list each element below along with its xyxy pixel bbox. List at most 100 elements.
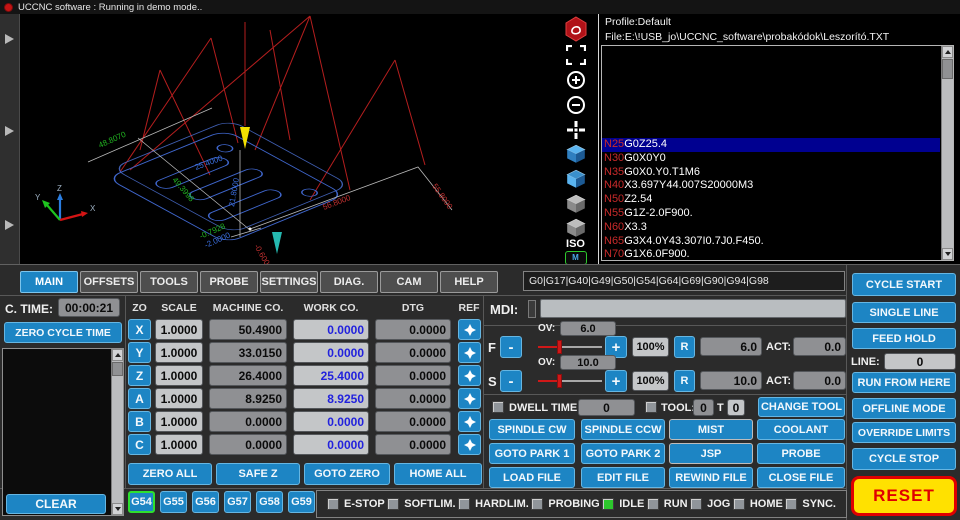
single-line-button[interactable]: SINGLE LINE bbox=[852, 302, 956, 323]
spindle-cw-button[interactable]: SPINDLE CW bbox=[489, 419, 575, 440]
mdi-history-button[interactable] bbox=[528, 300, 536, 318]
edit-file-button[interactable]: EDIT FILE bbox=[581, 467, 665, 488]
gcode-line[interactable]: N35G0X0.Y0.T1M6 bbox=[602, 166, 940, 180]
gcode-line[interactable]: N70G1X6.0F900. bbox=[602, 248, 940, 260]
scale-field-a[interactable]: 1.0000 bbox=[155, 388, 203, 409]
mdi-input[interactable] bbox=[540, 299, 846, 318]
run-from-here-button[interactable]: RUN FROM HERE bbox=[852, 372, 956, 393]
scrollbar-thumb[interactable] bbox=[112, 362, 123, 376]
feed-minus-button[interactable]: - bbox=[500, 336, 522, 358]
gcode-list[interactable]: N25G0Z25.4 N30G0X0Y0 N35G0X0.Y0.T1M6 N40… bbox=[601, 45, 954, 261]
wcs-g57-button[interactable]: G57 bbox=[224, 491, 251, 513]
load-file-button[interactable]: LOAD FILE bbox=[489, 467, 575, 488]
fit-view-icon[interactable] bbox=[565, 45, 586, 65]
work-co-c[interactable]: 0.0000 bbox=[293, 434, 369, 455]
tab-tools[interactable]: TOOLS bbox=[140, 271, 198, 293]
axis-zero-button-y[interactable]: Y bbox=[128, 342, 151, 363]
goto-park1-button[interactable]: GOTO PARK 1 bbox=[489, 443, 575, 464]
tab-diag[interactable]: DIAG. bbox=[320, 271, 378, 293]
expander-arrow-icon[interactable] bbox=[5, 34, 14, 44]
work-co-a[interactable]: 8.9250 bbox=[293, 388, 369, 409]
spindle-100pct-button[interactable]: 100% bbox=[632, 371, 669, 391]
ref-home-button-c[interactable] bbox=[458, 434, 481, 455]
gcode-line[interactable]: N40X3.697Y44.007S20000M3 bbox=[602, 179, 940, 193]
goto-zero-button[interactable]: GOTO ZERO bbox=[304, 463, 390, 485]
scale-field-x[interactable]: 1.0000 bbox=[155, 319, 203, 340]
pan-center-icon[interactable] bbox=[566, 120, 586, 140]
feed-hold-button[interactable]: FEED HOLD bbox=[852, 328, 956, 349]
work-co-y[interactable]: 0.0000 bbox=[293, 342, 369, 363]
coolant-button[interactable]: COOLANT bbox=[757, 419, 845, 440]
reset-button[interactable]: RESET bbox=[851, 476, 957, 516]
gcode-line[interactable]: N65G3X4.0Y43.307I0.7J0.F450. bbox=[602, 235, 940, 249]
gcode-line[interactable]: N50Z2.54 bbox=[602, 193, 940, 207]
jsp-button[interactable]: JSP bbox=[669, 443, 753, 464]
gcode-line[interactable]: N30G0X0Y0 bbox=[602, 152, 940, 166]
message-log[interactable] bbox=[2, 348, 124, 516]
ref-home-button-x[interactable] bbox=[458, 319, 481, 340]
spindle-minus-button[interactable]: - bbox=[500, 370, 522, 392]
view-front-icon[interactable] bbox=[565, 168, 587, 190]
gcode-line[interactable]: N25G0Z25.4 bbox=[602, 138, 940, 152]
rewind-file-button[interactable]: REWIND FILE bbox=[669, 467, 753, 488]
wcs-g56-button[interactable]: G56 bbox=[192, 491, 219, 513]
reload-gcode-button[interactable]: M bbox=[564, 251, 587, 265]
wcs-g59-button[interactable]: G59 bbox=[288, 491, 315, 513]
expander-arrow-icon[interactable] bbox=[5, 126, 14, 136]
spindle-plus-button[interactable]: + bbox=[605, 370, 627, 392]
mist-button[interactable]: MIST bbox=[669, 419, 753, 440]
ref-home-button-b[interactable] bbox=[458, 411, 481, 432]
work-co-z[interactable]: 25.4000 bbox=[293, 365, 369, 386]
tab-probe[interactable]: PROBE bbox=[200, 271, 258, 293]
scale-field-b[interactable]: 1.0000 bbox=[155, 411, 203, 432]
feed-100pct-button[interactable]: 100% bbox=[632, 337, 669, 357]
probe-button[interactable]: PROBE bbox=[757, 443, 845, 464]
override-limits-button[interactable]: OVERRIDE LIMITS bbox=[852, 422, 956, 443]
tab-settings[interactable]: SETTINGS bbox=[260, 271, 318, 293]
work-co-b[interactable]: 0.0000 bbox=[293, 411, 369, 432]
view-top-icon[interactable] bbox=[565, 143, 587, 165]
gcode-scrollbar[interactable] bbox=[941, 46, 953, 260]
ref-home-button-a[interactable] bbox=[458, 388, 481, 409]
message-log-scrollbar[interactable] bbox=[111, 349, 123, 515]
gcode-line[interactable]: N55G1Z-2.0F900. bbox=[602, 207, 940, 221]
scrollbar-thumb[interactable] bbox=[942, 59, 953, 79]
clear-log-button[interactable]: CLEAR bbox=[6, 494, 106, 514]
home-all-button[interactable]: HOME ALL bbox=[394, 463, 482, 485]
spindle-ccw-button[interactable]: SPINDLE CCW bbox=[581, 419, 665, 440]
ref-home-button-y[interactable] bbox=[458, 342, 481, 363]
tool-led[interactable] bbox=[645, 401, 657, 413]
expander-arrow-icon[interactable] bbox=[5, 220, 14, 230]
wcs-g55-button[interactable]: G55 bbox=[160, 491, 187, 513]
cycle-stop-button[interactable]: CYCLE STOP bbox=[852, 448, 956, 470]
ref-home-button-z[interactable] bbox=[458, 365, 481, 386]
scale-field-z[interactable]: 1.0000 bbox=[155, 365, 203, 386]
scroll-up-icon[interactable] bbox=[112, 349, 123, 361]
spindle-override-slider[interactable] bbox=[538, 370, 602, 392]
view-side-icon[interactable] bbox=[565, 193, 587, 215]
tab-main[interactable]: MAIN bbox=[20, 271, 78, 293]
dwell-led[interactable] bbox=[492, 401, 504, 413]
tab-cam[interactable]: CAM bbox=[380, 271, 438, 293]
scroll-down-icon[interactable] bbox=[942, 248, 953, 260]
safe-z-button[interactable]: SAFE Z bbox=[216, 463, 300, 485]
axis-zero-button-c[interactable]: C bbox=[128, 434, 151, 455]
cycle-start-button[interactable]: CYCLE START bbox=[852, 273, 956, 296]
toolpath-3d-view[interactable]: 48.8070 49.3998 25.4000 21.8000 -0.7928 … bbox=[21, 14, 553, 271]
zero-cycle-time-button[interactable]: ZERO CYCLE TIME bbox=[4, 322, 122, 343]
wcs-g54-button[interactable]: G54 bbox=[128, 491, 155, 513]
gcode-line[interactable]: N60X3.3 bbox=[602, 221, 940, 235]
tab-help[interactable]: HELP bbox=[440, 271, 498, 293]
offline-mode-button[interactable]: OFFLINE MODE bbox=[852, 398, 956, 419]
axis-zero-button-a[interactable]: A bbox=[128, 388, 151, 409]
axis-zero-button-b[interactable]: B bbox=[128, 411, 151, 432]
close-file-button[interactable]: CLOSE FILE bbox=[757, 467, 845, 488]
scale-field-y[interactable]: 1.0000 bbox=[155, 342, 203, 363]
scroll-down-icon[interactable] bbox=[112, 503, 123, 515]
view-iso-icon[interactable] bbox=[565, 217, 587, 239]
scroll-up-icon[interactable] bbox=[942, 46, 953, 58]
zoom-in-icon[interactable] bbox=[566, 70, 586, 90]
spindle-reset-button[interactable]: R bbox=[674, 370, 695, 392]
tab-offsets[interactable]: OFFSETS bbox=[80, 271, 138, 293]
axis-zero-button-z[interactable]: Z bbox=[128, 365, 151, 386]
